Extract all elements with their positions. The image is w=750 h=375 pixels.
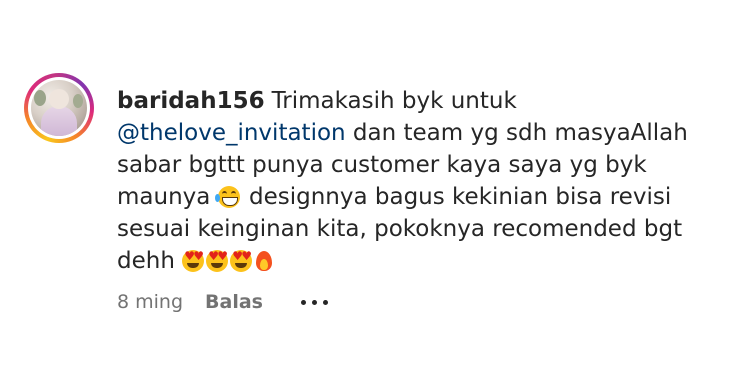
heart-eyes-icon (230, 250, 253, 272)
more-options-icon[interactable] (300, 299, 328, 305)
username[interactable]: baridah156 (117, 88, 265, 114)
comment-text-part: Trimakasih byk untuk (271, 88, 517, 114)
mention-link[interactable]: @thelove_invitation (117, 120, 346, 146)
comment-body: baridah156 Trimakasih byk untuk @thelove_… (117, 85, 737, 313)
timestamp[interactable]: 8 ming (117, 291, 183, 313)
reply-button[interactable]: Balas (205, 291, 263, 313)
heart-eyes-icon (206, 250, 229, 272)
face-with-tears-of-joy-icon (214, 186, 240, 208)
avatar[interactable] (31, 80, 87, 136)
comment-text: baridah156 Trimakasih byk untuk @thelove_… (117, 85, 727, 277)
avatar-story-ring[interactable] (24, 73, 94, 143)
fire-icon (254, 250, 273, 272)
avatar-photo-detail (41, 106, 77, 136)
heart-eyes-icon (182, 250, 205, 272)
avatar-photo-detail (34, 90, 46, 106)
comment-meta: 8 ming Balas (117, 291, 737, 313)
avatar-photo-detail (73, 94, 83, 108)
avatar-photo-detail (49, 89, 69, 109)
